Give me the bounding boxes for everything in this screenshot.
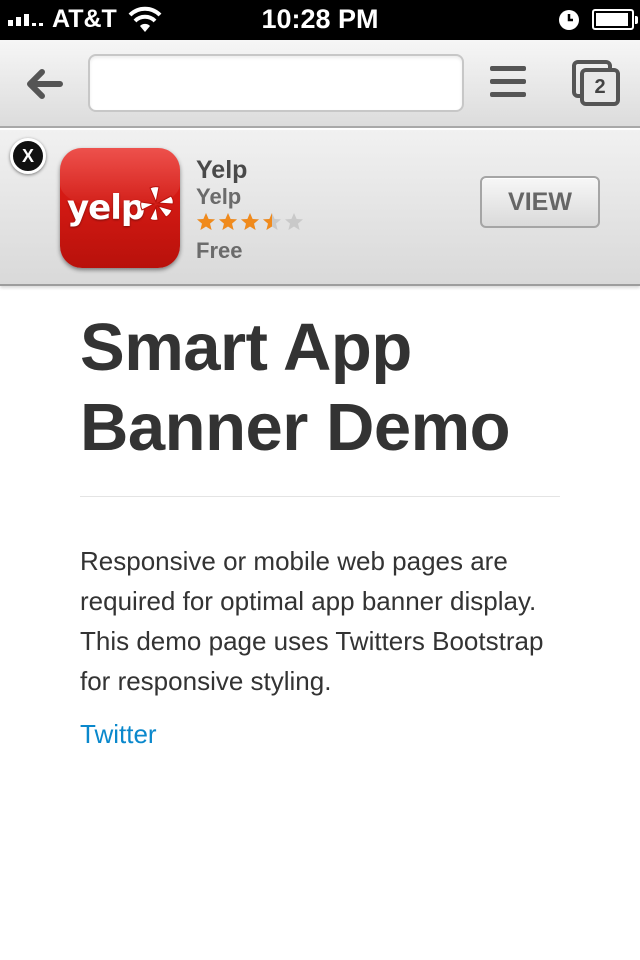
yelp-burst-icon — [140, 186, 174, 221]
page-content: Smart App Banner Demo Responsive or mobi… — [80, 308, 560, 750]
page-title: Smart App Banner Demo — [80, 310, 511, 465]
browser-toolbar: 2 — [0, 40, 640, 128]
app-name: Yelp — [196, 156, 248, 184]
address-bar-input[interactable] — [88, 54, 464, 112]
alarm-clock-icon — [559, 10, 579, 30]
body-paragraph: Responsive or mobile web pages are requi… — [80, 546, 544, 696]
divider — [80, 496, 560, 497]
app-icon-logo-text: yelp — [67, 188, 145, 228]
star-half-icon — [263, 213, 281, 230]
star-empty-icon — [285, 213, 303, 230]
rating-stars — [196, 212, 304, 232]
app-icon[interactable]: yelp — [60, 148, 180, 268]
app-price: Free — [196, 238, 243, 263]
star-filled-icon — [197, 213, 215, 230]
app-developer: Yelp — [196, 184, 242, 209]
view-button[interactable]: VIEW — [480, 176, 600, 228]
star-filled-icon — [241, 213, 259, 230]
status-time: 10:28 PM — [261, 4, 379, 34]
tabs-button[interactable]: 2 — [572, 60, 620, 106]
star-filled-icon — [219, 213, 237, 230]
back-arrow-icon[interactable] — [22, 62, 66, 106]
twitter-link[interactable]: Twitter — [80, 719, 560, 750]
menu-icon[interactable] — [490, 66, 526, 100]
tab-count: 2 — [580, 68, 620, 106]
status-bar: AT&T 10:28 PM — [0, 0, 640, 40]
close-banner-button[interactable]: X — [10, 138, 46, 174]
smart-app-banner: X yelp Yelp Yelp Free VIEW — [0, 130, 640, 286]
battery-icon — [592, 9, 638, 30]
